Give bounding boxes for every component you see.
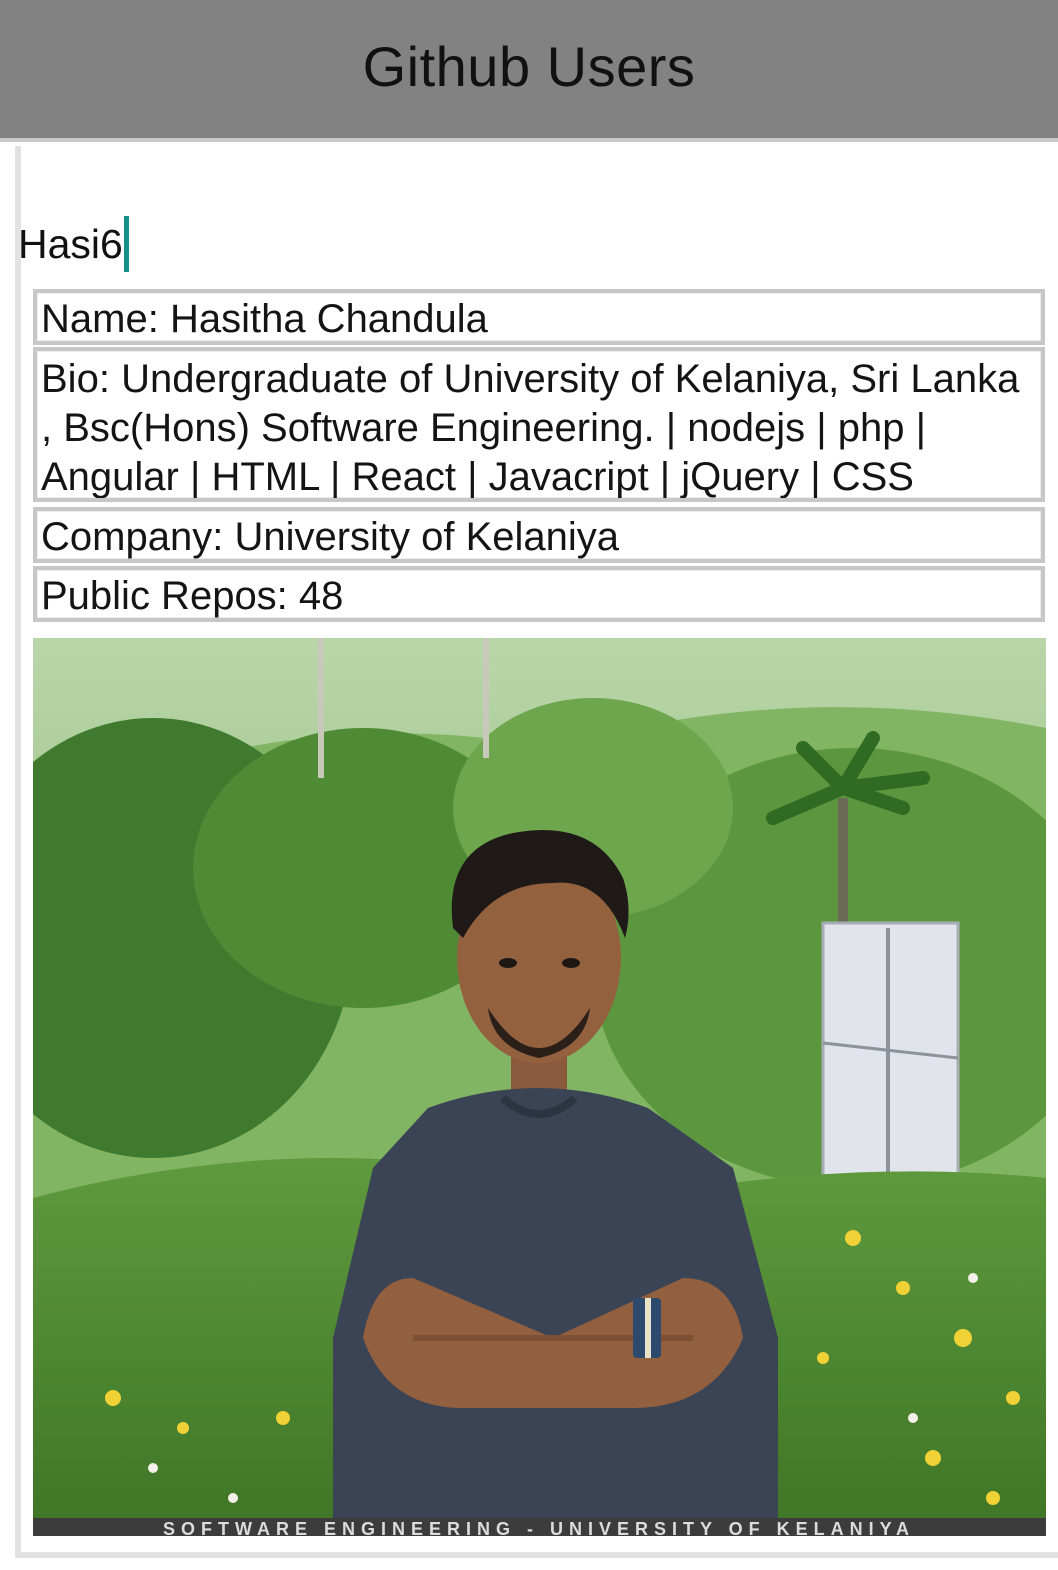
company-label: Company: [41, 515, 224, 559]
username-input[interactable]: Hasi6 [18, 216, 129, 272]
public-repos-field: Public Repos: 48 [33, 566, 1045, 622]
public-repos-value: 48 [298, 574, 344, 618]
company-field: Company: University of Kelaniya [33, 507, 1045, 563]
bio-field: Bio: Undergraduate of University of Kela… [33, 347, 1045, 502]
avatar-photo: SOFTWARE ENGINEERING - UNIVERSITY OF KEL… [33, 638, 1046, 1536]
app-header: Github Users [0, 0, 1058, 142]
name-label: Name: [41, 297, 159, 341]
page-title: Github Users [362, 34, 696, 98]
bio-label: Bio: [41, 357, 110, 401]
bio-value: Undergraduate of University of Kelaniya,… [41, 357, 1020, 499]
name-value: Hasitha Chandula [169, 297, 488, 341]
avatar-banner-text: SOFTWARE ENGINEERING - UNIVERSITY OF KEL… [163, 1519, 915, 1536]
avatar: SOFTWARE ENGINEERING - UNIVERSITY OF KEL… [33, 638, 1046, 1536]
app-root: Github Users Hasi6 Name: Hasitha Chandul… [0, 0, 1058, 1570]
name-field: Name: Hasitha Chandula [33, 289, 1045, 345]
public-repos-label: Public Repos: [41, 574, 288, 618]
text-caret [123, 216, 129, 272]
company-value: University of Kelaniya [234, 515, 620, 559]
username-input-value: Hasi6 [18, 221, 123, 267]
